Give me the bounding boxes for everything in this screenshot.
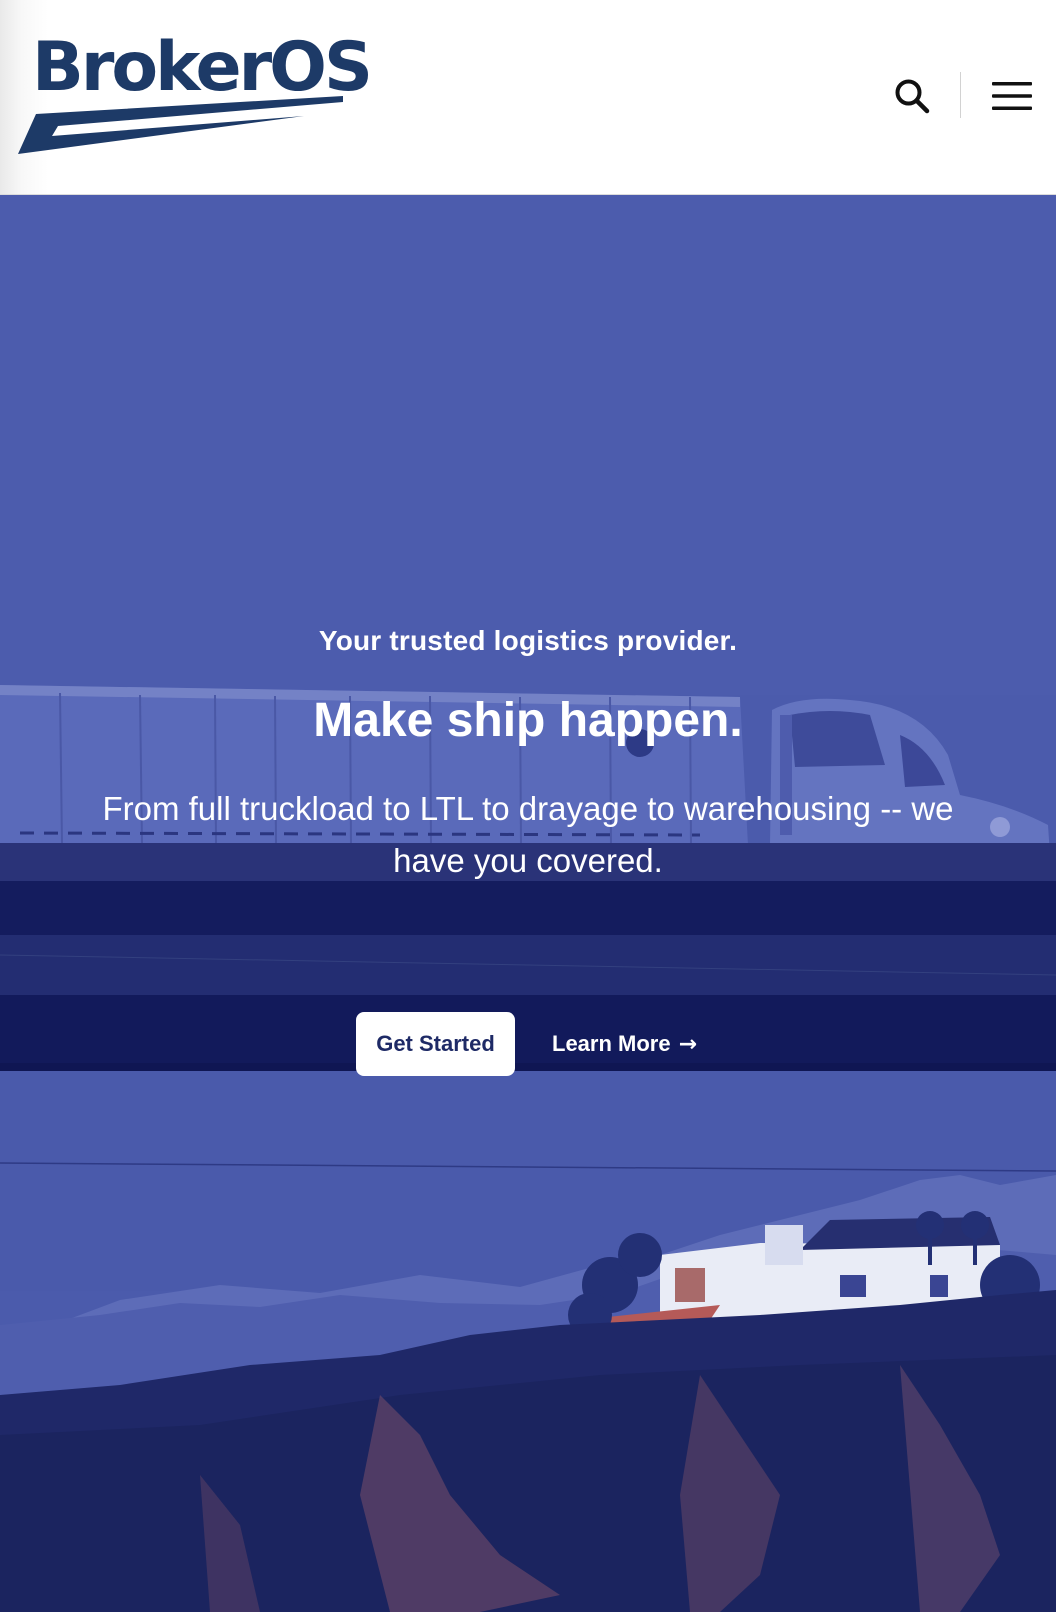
learn-more-link[interactable]: Learn More → (552, 1012, 697, 1076)
hero-subtitle: From full truckload to LTL to drayage to… (102, 790, 954, 879)
search-icon (895, 79, 930, 114)
hamburger-menu-icon (992, 82, 1032, 110)
search-button[interactable] (888, 72, 936, 120)
get-started-label: Get Started (376, 1031, 495, 1056)
logo-wordmark: BrokerOS (32, 28, 373, 107)
hero-background-image (0, 195, 1056, 1612)
arrow-right-icon: → (678, 1031, 698, 1057)
learn-more-label: Learn More (552, 1031, 671, 1056)
hero-section: Your trusted logistics provider. Make sh… (0, 195, 1056, 1612)
logo-swoosh-icon (18, 96, 343, 154)
brokeros-logo[interactable]: BrokerOS (18, 34, 373, 156)
header-divider (960, 72, 961, 118)
hero-tagline: Your trusted logistics provider. (318, 625, 738, 656)
hero-title: Make ship happen. (313, 694, 743, 747)
site-header: BrokerOS (0, 0, 1056, 195)
get-started-button[interactable]: Get Started (356, 1012, 515, 1076)
menu-button[interactable] (986, 74, 1038, 118)
